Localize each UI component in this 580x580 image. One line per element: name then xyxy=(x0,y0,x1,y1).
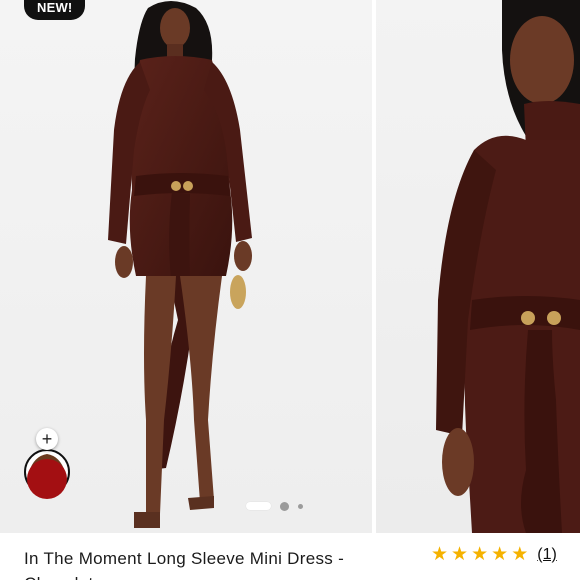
pagination-dot[interactable] xyxy=(298,503,303,509)
pagination-dot[interactable] xyxy=(280,501,289,511)
product-rating[interactable]: ★ ★ ★ ★ ★ (1) xyxy=(431,545,557,565)
color-swatch-picker[interactable]: + xyxy=(24,428,72,504)
review-count-link[interactable]: (1) xyxy=(537,545,557,565)
model-closeup-illustration xyxy=(436,0,580,533)
star-icon: ★ xyxy=(431,544,449,565)
product-image-gallery[interactable]: NEW! + xyxy=(0,0,580,533)
add-swatch-button[interactable]: + xyxy=(36,428,58,450)
new-badge: NEW! xyxy=(24,0,86,20)
star-icon: ★ xyxy=(491,544,509,565)
product-image-closeup[interactable] xyxy=(376,0,580,533)
pagination-dot-active[interactable] xyxy=(246,502,271,510)
gallery-pagination[interactable] xyxy=(246,501,303,511)
star-icon: ★ xyxy=(471,544,489,565)
product-title: In The Moment Long Sleeve Mini Dress - C… xyxy=(24,549,345,580)
star-icon: ★ xyxy=(451,544,469,565)
product-info: In The Moment Long Sleeve Mini Dress - C… xyxy=(0,533,580,580)
selected-color-swatch[interactable] xyxy=(27,459,67,499)
star-icon: ★ xyxy=(511,544,529,565)
